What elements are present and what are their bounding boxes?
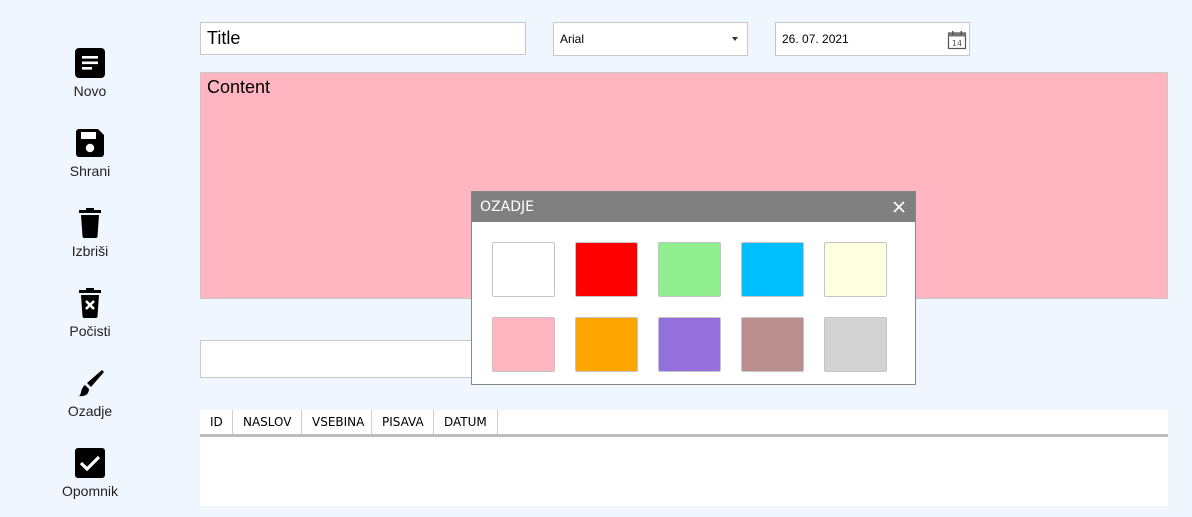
close-icon[interactable] — [893, 201, 905, 213]
dialog-title-bar: OZADJE — [472, 192, 915, 222]
column-header-pisava[interactable]: PISAVA — [372, 410, 434, 434]
title-input[interactable]: Title — [200, 22, 526, 55]
dialog-title: OZADJE — [480, 199, 534, 215]
reminder-input[interactable] — [200, 340, 490, 378]
color-swatch-lightyellow[interactable] — [824, 242, 887, 297]
color-swatch-orange[interactable] — [575, 317, 638, 372]
grid-header: ID NASLOV VSEBINA PISAVA DATUM — [200, 410, 1168, 437]
font-select-value: Arial — [560, 32, 585, 46]
new-button-label: Novo — [73, 83, 107, 99]
column-header-datum[interactable]: DATUM — [434, 410, 498, 434]
color-swatch-red[interactable] — [575, 242, 638, 297]
reminder-button[interactable]: Opomnik — [40, 447, 140, 517]
document-icon — [75, 48, 105, 78]
save-button[interactable]: Shrani — [40, 127, 140, 197]
brush-icon — [79, 370, 104, 397]
delete-button-label: Izbriši — [71, 243, 109, 259]
clear-button-label: Počisti — [69, 323, 111, 339]
color-swatch-white[interactable] — [492, 242, 555, 297]
column-header-naslov[interactable]: NASLOV — [233, 410, 302, 434]
new-button[interactable]: Novo — [40, 47, 140, 117]
reminder-button-label: Opomnik — [61, 483, 119, 499]
color-swatch-lightpink[interactable] — [492, 317, 555, 372]
sidebar: Novo Shrani Izbriši Počisti Ozadje Opomn… — [0, 0, 180, 506]
clear-trash-icon — [79, 288, 101, 318]
date-picker[interactable]: 26. 07. 2021 14 — [775, 22, 970, 56]
chevron-down-icon — [732, 37, 738, 41]
notes-grid[interactable]: ID NASLOV VSEBINA PISAVA DATUM — [200, 410, 1168, 506]
svg-text:14: 14 — [952, 39, 962, 48]
background-dialog: OZADJE — [471, 191, 916, 385]
trash-icon — [79, 208, 101, 238]
delete-button[interactable]: Izbriši — [40, 207, 140, 277]
date-value: 26. 07. 2021 — [782, 32, 849, 46]
color-swatch-mediumpurple[interactable] — [658, 317, 721, 372]
save-icon — [76, 129, 104, 157]
column-header-id[interactable]: ID — [200, 410, 233, 434]
save-button-label: Shrani — [69, 163, 111, 179]
color-swatch-lightgray[interactable] — [824, 317, 887, 372]
clear-button[interactable]: Počisti — [40, 287, 140, 357]
calendar-icon[interactable]: 14 — [947, 30, 967, 50]
color-swatch-deepskyblue[interactable] — [741, 242, 804, 297]
color-swatch-rosybrown[interactable] — [741, 317, 804, 372]
checkbox-icon — [75, 448, 105, 478]
background-button-label: Ozadje — [67, 403, 113, 419]
color-swatch-lightgreen[interactable] — [658, 242, 721, 297]
column-header-vsebina[interactable]: VSEBINA — [302, 410, 372, 434]
font-select[interactable]: Arial — [553, 22, 748, 56]
background-button[interactable]: Ozadje — [40, 367, 140, 437]
